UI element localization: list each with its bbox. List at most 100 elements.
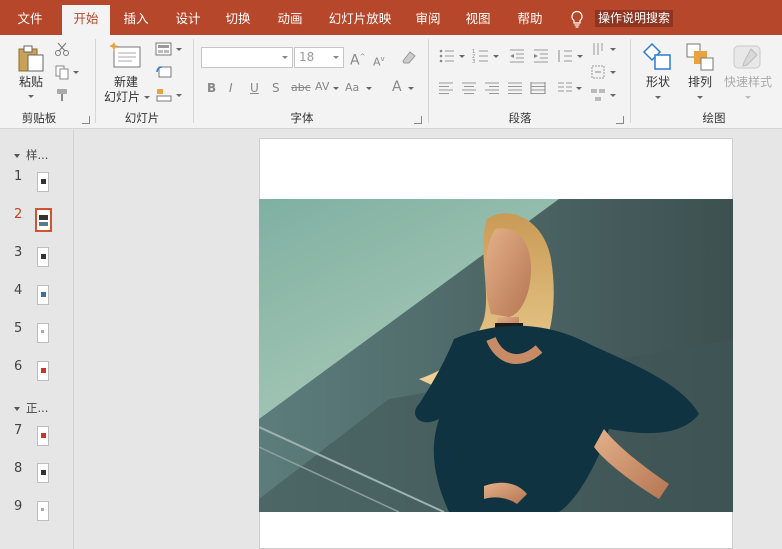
decrease-indent-icon[interactable] xyxy=(508,48,526,64)
slide-thumbnail[interactable] xyxy=(37,172,49,192)
new-slide-label-line2[interactable]: 幻灯片 xyxy=(102,90,142,104)
numbering-dropdown-arrow[interactable] xyxy=(493,55,499,58)
thumbnail-image xyxy=(41,254,46,259)
columns-dropdown-arrow[interactable] xyxy=(576,87,582,90)
tab-insert[interactable]: 插入 xyxy=(114,0,158,35)
numbering-icon[interactable]: 1 2 3 xyxy=(472,48,490,64)
chevron-down-icon xyxy=(333,56,339,59)
convert-to-smartart-icon[interactable] xyxy=(590,87,606,103)
text-shadow-icon[interactable]: S xyxy=(272,80,280,96)
thumbnail-image xyxy=(41,292,46,297)
increase-indent-icon[interactable] xyxy=(532,48,550,64)
clear-formatting-icon[interactable] xyxy=(400,49,418,65)
decrease-font-size-icon[interactable]: Av xyxy=(373,51,385,71)
slide-thumbnail[interactable] xyxy=(37,323,49,343)
paste-button[interactable]: 粘贴 xyxy=(12,75,50,89)
character-spacing-icon[interactable]: AV xyxy=(315,79,329,95)
group-divider xyxy=(428,39,429,123)
bullets-dropdown-arrow[interactable] xyxy=(459,55,465,58)
quick-styles-icon xyxy=(733,45,761,69)
tab-review[interactable]: 审阅 xyxy=(406,0,450,35)
tab-home[interactable]: 开始 xyxy=(62,5,110,35)
align-left-icon[interactable] xyxy=(438,81,454,95)
tab-help[interactable]: 帮助 xyxy=(508,0,552,35)
group-divider xyxy=(193,39,194,123)
paste-dropdown-arrow[interactable] xyxy=(28,95,34,98)
align-center-icon[interactable] xyxy=(461,81,477,95)
slide-thumbnail-selected[interactable] xyxy=(35,208,52,232)
distributed-icon[interactable] xyxy=(530,81,546,95)
quick-styles-button[interactable]: 快速样式 xyxy=(722,75,774,89)
slide-thumbnail[interactable] xyxy=(37,361,49,381)
columns-icon[interactable] xyxy=(557,81,573,95)
slide-thumbnail-pane[interactable]: 样... 1 2 3 4 5 6 正... 7 8 9 xyxy=(0,130,74,549)
underline-icon[interactable]: U xyxy=(250,80,259,96)
reset-slide-icon[interactable] xyxy=(155,64,173,80)
justify-icon[interactable] xyxy=(507,81,523,95)
font-color-dropdown-arrow[interactable] xyxy=(408,87,414,90)
font-name-combo[interactable] xyxy=(201,47,293,68)
align-right-icon[interactable] xyxy=(484,81,500,95)
photo-woman-against-wall xyxy=(259,199,733,512)
section-icon[interactable] xyxy=(155,87,173,103)
arrange-button[interactable]: 排列 xyxy=(684,75,716,89)
smartart-dropdown-arrow[interactable] xyxy=(610,94,616,97)
tab-view[interactable]: 视图 xyxy=(456,0,500,35)
clipboard-dialog-launcher[interactable] xyxy=(82,116,90,124)
cut-icon[interactable] xyxy=(54,41,70,57)
increase-font-size-icon[interactable]: A^ xyxy=(350,49,365,69)
tab-transitions[interactable]: 切换 xyxy=(216,0,260,35)
line-spacing-dropdown-arrow[interactable] xyxy=(577,55,583,58)
spacing-dropdown-arrow[interactable] xyxy=(333,87,339,90)
slide-thumbnail[interactable] xyxy=(37,426,49,446)
copy-dropdown-arrow[interactable] xyxy=(73,71,79,74)
shapes-dropdown-arrow[interactable] xyxy=(655,96,661,99)
tab-animations[interactable]: 动画 xyxy=(268,0,312,35)
slide-thumbnail[interactable] xyxy=(37,501,49,521)
arrange-dropdown-arrow[interactable] xyxy=(697,96,703,99)
thumbnail-image xyxy=(39,215,48,220)
new-slide-dropdown-arrow[interactable] xyxy=(144,96,150,99)
copy-icon[interactable] xyxy=(54,64,70,80)
section-dropdown-arrow[interactable] xyxy=(176,94,182,97)
new-slide-label-line1[interactable]: 新建 xyxy=(104,75,148,89)
bold-icon[interactable]: B xyxy=(207,80,216,96)
tell-me-search[interactable]: 操作说明搜索 xyxy=(595,10,674,27)
quick-styles-dropdown-arrow[interactable] xyxy=(745,96,751,99)
shapes-button[interactable]: 形状 xyxy=(642,75,674,89)
strikethrough-icon[interactable]: abc xyxy=(291,80,311,96)
case-dropdown-arrow[interactable] xyxy=(366,87,372,90)
section-header-1[interactable]: 样... xyxy=(14,147,48,163)
tab-file[interactable]: 文件 xyxy=(8,0,52,35)
collapse-triangle-icon[interactable] xyxy=(14,406,20,411)
thumbnail-image xyxy=(41,433,46,438)
slide-photo[interactable] xyxy=(259,199,733,512)
text-direction-icon[interactable] xyxy=(590,41,606,57)
thumbnail-image xyxy=(41,179,46,184)
font-color-icon[interactable]: A xyxy=(392,79,402,95)
layout-icon[interactable] xyxy=(155,41,173,57)
collapse-triangle-icon[interactable] xyxy=(14,153,20,158)
section-header-2[interactable]: 正... xyxy=(14,400,48,416)
italic-icon[interactable]: I xyxy=(229,80,233,96)
text-direction-dropdown-arrow[interactable] xyxy=(610,48,616,51)
paste-icon xyxy=(18,45,44,72)
slide-thumbnail[interactable] xyxy=(37,463,49,483)
format-painter-icon[interactable] xyxy=(54,87,70,103)
change-case-icon[interactable]: Aa xyxy=(345,80,359,96)
bullets-icon[interactable] xyxy=(438,48,456,64)
paragraph-dialog-launcher[interactable] xyxy=(616,116,624,124)
align-text-icon[interactable] xyxy=(590,64,606,80)
font-size-value: 18 xyxy=(299,50,315,64)
align-text-dropdown-arrow[interactable] xyxy=(610,71,616,74)
group-divider xyxy=(630,39,631,123)
line-spacing-icon[interactable] xyxy=(556,48,574,64)
tab-slideshow[interactable]: 幻灯片放映 xyxy=(322,0,398,35)
slide-thumbnail[interactable] xyxy=(37,247,49,267)
tab-design[interactable]: 设计 xyxy=(166,0,210,35)
layout-dropdown-arrow[interactable] xyxy=(176,48,182,51)
font-size-combo[interactable]: 18 xyxy=(294,47,344,68)
font-dialog-launcher[interactable] xyxy=(414,116,422,124)
thumbnail-image xyxy=(41,368,46,373)
slide-thumbnail[interactable] xyxy=(37,285,49,305)
